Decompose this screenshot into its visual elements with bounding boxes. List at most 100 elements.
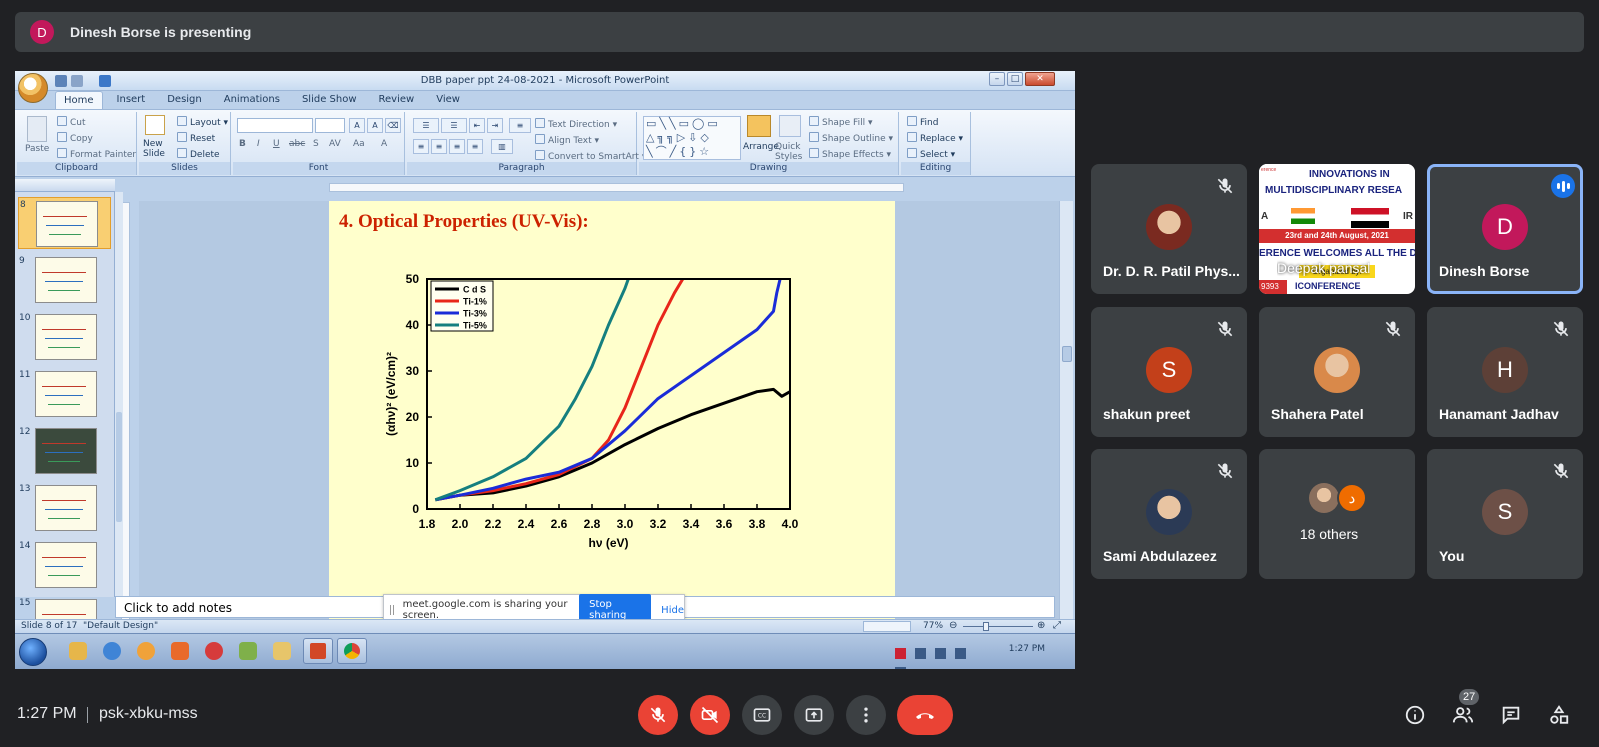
zoom-slider-thumb[interactable] [983,622,989,631]
present-button[interactable] [794,695,834,735]
font-name-combo[interactable] [237,118,313,133]
bullets-icon[interactable]: ☰ [413,118,439,133]
close-icon[interactable]: ✕ [1025,72,1055,86]
strikethrough-button[interactable]: abc [289,139,305,149]
tab-slide-show[interactable]: Slide Show [294,91,365,109]
justify-icon[interactable]: ≡ [467,139,483,154]
slide-scrollbar-grip[interactable] [1062,346,1072,362]
slide-thumbnail[interactable]: 13 [18,482,111,534]
align-center-icon[interactable]: ≡ [431,139,447,154]
start-button[interactable] [19,638,47,666]
minimize-icon[interactable]: – [989,72,1005,86]
folder-icon[interactable] [273,642,291,660]
participant-tile[interactable]: Sami Abdulazeez [1091,449,1247,579]
numbering-icon[interactable]: ☰ [441,118,467,133]
people-button[interactable] [1451,703,1475,727]
paste-button[interactable]: Paste [25,144,49,154]
tab-review[interactable]: Review [371,91,423,109]
shape-outline-button[interactable]: Shape Outline ▾ [809,132,893,144]
volume-icon[interactable] [915,648,927,659]
slide-thumbnail[interactable]: 9 [18,254,111,306]
columns-icon[interactable]: ▥ [491,139,513,154]
font-color-button[interactable]: A [381,139,387,149]
participant-tile[interactable]: Sshakun preet [1091,307,1247,437]
network-icon[interactable] [935,648,947,659]
shadow-button[interactable]: S [313,139,319,149]
shrink-font-button[interactable]: A [367,118,383,133]
new-slide-button[interactable]: New Slide [143,139,173,159]
format-painter-button[interactable]: Format Painter [57,148,136,160]
slide-thumbnail[interactable]: 10 [18,311,111,363]
media-player-icon[interactable] [69,642,87,660]
captions-button[interactable]: CC [742,695,782,735]
shape-fill-button[interactable]: Shape Fill ▾ [809,116,872,128]
align-text-button[interactable]: Align Text ▾ [535,134,599,146]
participant-tile[interactable]: D Dinesh Borse [1427,164,1583,294]
character-spacing-button[interactable]: AV [329,139,341,149]
tab-insert[interactable]: Insert [109,91,154,109]
leave-call-button[interactable] [897,695,953,735]
thumbnail-tabs[interactable] [15,179,115,192]
shapes-gallery[interactable]: ▭╲╲▭◯▭ △╗╗▷⇩◇ ╲⌒╱{}☆ [643,116,741,160]
slide-thumbnail[interactable]: 8 [18,197,111,249]
replace-button[interactable]: Replace ▾ [907,132,963,144]
tool-icon[interactable] [239,642,257,660]
more-options-button[interactable] [846,695,886,735]
underline-button[interactable]: U [273,139,280,149]
thumbnails-scrollbar-grip[interactable] [116,412,122,522]
tab-animations[interactable]: Animations [216,91,288,109]
chat-button[interactable] [1499,703,1523,727]
browser-icon[interactable] [137,642,155,660]
slide-scrollbar[interactable] [1059,201,1073,663]
battery-icon[interactable] [955,648,967,659]
participant-tile[interactable]: Dr. D. R. Patil Phys... [1091,164,1247,294]
participant-tile[interactable]: د 18 others [1259,449,1415,579]
align-left-icon[interactable]: ≡ [413,139,429,154]
zoom-out-icon[interactable]: ⊖ [949,621,957,631]
delete-button[interactable]: Delete [177,148,220,160]
office-button[interactable] [18,73,48,103]
align-right-icon[interactable]: ≡ [449,139,465,154]
select-button[interactable]: Select ▾ [907,148,955,160]
participant-tile[interactable]: S You [1427,449,1583,579]
new-slide-icon[interactable] [145,115,165,135]
antivirus-icon[interactable] [895,648,906,659]
maximize-icon[interactable]: □ [1007,72,1023,86]
increase-indent-icon[interactable]: ⇥ [487,118,503,133]
layout-button[interactable]: Layout ▾ [177,116,228,128]
font-size-combo[interactable] [315,118,345,133]
participant-tile[interactable]: H Hanamant Jadhav [1427,307,1583,437]
meeting-details-button[interactable] [1403,703,1427,727]
powerpoint-taskbar-item[interactable] [303,638,333,664]
quick-styles-icon[interactable] [779,115,801,137]
bold-button[interactable]: B [239,139,246,149]
drag-handle-icon[interactable] [390,605,394,615]
firefox-icon[interactable] [171,642,189,660]
quick-styles-button[interactable]: Quick Styles [775,142,805,162]
thumbnails-scrollbar[interactable] [115,192,123,597]
internet-explorer-icon[interactable] [103,642,121,660]
slide-thumbnail[interactable]: 14 [18,539,111,591]
zoom-slider[interactable] [963,626,1033,627]
copy-button[interactable]: Copy [57,132,93,144]
grow-font-button[interactable]: A [349,118,365,133]
camera-off-button[interactable] [690,695,730,735]
participant-tile[interactable]: Shahera Patel [1259,307,1415,437]
tab-view[interactable]: View [428,91,468,109]
reset-button[interactable]: Reset [177,132,215,144]
tab-home[interactable]: Home [55,91,103,109]
paste-icon[interactable] [27,116,47,142]
arrange-icon[interactable] [747,115,771,137]
hide-button[interactable]: Hide [661,605,684,616]
participant-tile[interactable]: erence INNOVATIONS IN MULTIDISCIPLINARY RE… [1259,164,1415,294]
decrease-indent-icon[interactable]: ⇤ [469,118,485,133]
slide-thumbnail[interactable]: 12 [18,425,111,477]
view-buttons[interactable] [863,621,911,632]
mic-off-button[interactable] [638,695,678,735]
fit-slide-icon[interactable]: ⤢ [1053,621,1061,631]
slide-thumbnail[interactable]: 11 [18,368,111,420]
convert-smartart-button[interactable]: Convert to SmartArt ▾ [535,150,646,162]
arrange-button[interactable]: Arrange [743,142,779,152]
clear-format-icon[interactable]: ⌫ [385,118,401,133]
activities-button[interactable] [1547,703,1571,727]
